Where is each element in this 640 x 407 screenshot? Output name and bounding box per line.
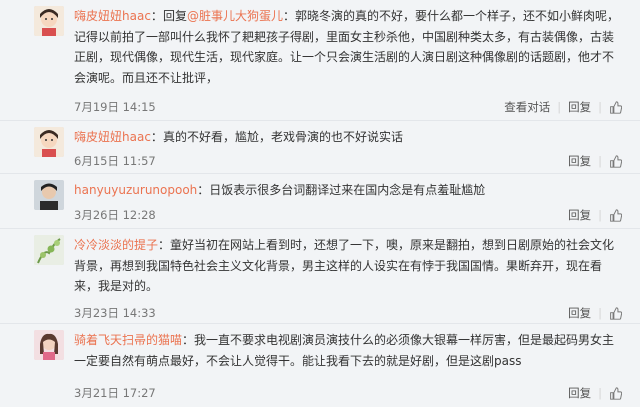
user-avatar[interactable]	[34, 6, 64, 36]
comment-time: 3月26日 12:28	[74, 208, 156, 222]
reply-link[interactable]: 回复	[568, 153, 591, 169]
view-conversation-link[interactable]: 查看对话	[504, 99, 550, 115]
thumbs-up-icon	[610, 386, 622, 400]
divider: |	[598, 306, 602, 320]
user-avatar[interactable]	[34, 127, 64, 157]
username-link[interactable]: 冷冷淡淡的提子	[74, 238, 158, 252]
divider: |	[557, 100, 562, 114]
comment-text: 真的不好看，尴尬，老戏骨演的也不好说实话	[162, 130, 403, 144]
thumbs-up-icon	[610, 154, 622, 168]
username-link[interactable]: 嗨皮妞妞haac	[74, 9, 151, 23]
thumbs-up-icon	[610, 306, 622, 320]
comment-list: 嗨皮妞妞haac：回复@脏事儿大狗蛋儿：郭晓冬演的真的不好，要什么都一个样子，还…	[0, 0, 640, 407]
like-button[interactable]	[609, 386, 624, 400]
comment-time: 3月21日 17:27	[74, 386, 156, 400]
comment-actions: 回复 |	[568, 385, 624, 401]
like-button[interactable]	[609, 306, 624, 320]
username-link[interactable]: hanyuyuzurunopooh	[74, 183, 197, 197]
comment-time: 6月15日 11:57	[74, 154, 156, 168]
username-link[interactable]: 骑着飞天扫帚的猫喵	[74, 333, 182, 347]
comment-item: 嗨皮妞妞haac：真的不好看，尴尬，老戏骨演的也不好说实话 6月15日 11:5…	[0, 121, 640, 174]
comment-actions: 查看对话 | 回复 |	[504, 99, 624, 115]
comment-item: 冷冷淡淡的提子：童好当初在网站上看到时，还想了一下，噢，原来是翻拍，想到日剧原始…	[0, 229, 640, 324]
divider: |	[598, 100, 602, 114]
comment-item: 骑着飞天扫帚的猫喵：我一直不要求电视剧演员演技什么的必须像大银幕一样厉害，但是最…	[0, 324, 640, 407]
comment-text: 日饭表示很多台词翻译过来在国内念是有点羞耻尴尬	[209, 183, 486, 197]
divider: |	[598, 386, 602, 400]
comment-actions: 回复 |	[568, 153, 624, 169]
thumbs-up-icon	[610, 208, 622, 222]
comment-item: hanyuyuzurunopooh：日饭表示很多台词翻译过来在国内念是有点羞耻尴…	[0, 174, 640, 229]
reply-link[interactable]: 回复	[568, 207, 591, 223]
comment-text: 回复	[162, 9, 187, 23]
comment-body: 骑着飞天扫帚的猫喵：我一直不要求电视剧演员演技什么的必须像大银幕一样厉害，但是最…	[74, 333, 615, 368]
comment-body: hanyuyuzurunopooh：日饭表示很多台词翻译过来在国内念是有点羞耻尴…	[74, 183, 486, 197]
divider: |	[598, 208, 602, 222]
divider: |	[598, 154, 602, 168]
reply-link[interactable]: 回复	[568, 305, 591, 321]
comment-actions: 回复 |	[568, 305, 624, 321]
comment-body: 嗨皮妞妞haac：回复@脏事儿大狗蛋儿：郭晓冬演的真的不好，要什么都一个样子，还…	[74, 9, 619, 85]
comment-body: 冷冷淡淡的提子：童好当初在网站上看到时，还想了一下，噢，原来是翻拍，想到日剧原始…	[74, 238, 615, 293]
comment-actions: 回复 |	[568, 207, 624, 223]
comment-body: 嗨皮妞妞haac：真的不好看，尴尬，老戏骨演的也不好说实话	[74, 130, 403, 144]
mention-link[interactable]: @脏事儿大狗蛋儿	[187, 9, 283, 23]
like-button[interactable]	[609, 154, 624, 168]
like-button[interactable]	[609, 100, 624, 114]
comment-item: 嗨皮妞妞haac：回复@脏事儿大狗蛋儿：郭晓冬演的真的不好，要什么都一个样子，还…	[0, 0, 640, 121]
reply-link[interactable]: 回复	[568, 99, 591, 115]
thumbs-up-icon	[610, 100, 622, 114]
reply-link[interactable]: 回复	[568, 385, 591, 401]
user-avatar[interactable]	[34, 235, 64, 265]
comment-time: 7月19日 14:15	[74, 100, 156, 114]
comment-time: 3月23日 14:33	[74, 306, 156, 320]
user-avatar[interactable]	[34, 330, 64, 360]
user-avatar[interactable]	[34, 180, 64, 210]
like-button[interactable]	[609, 208, 624, 222]
username-link[interactable]: 嗨皮妞妞haac	[74, 130, 151, 144]
